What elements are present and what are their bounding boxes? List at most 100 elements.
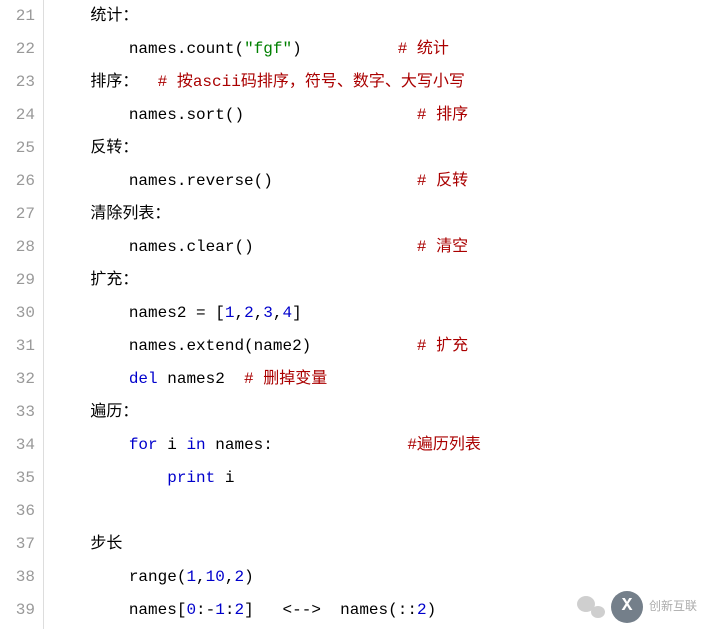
line-number: 22 [0,33,35,66]
line-number: 26 [0,165,35,198]
code-line: print i [52,462,703,495]
line-number: 36 [0,495,35,528]
token-punc: ( [234,40,244,58]
token-name: names [129,40,177,58]
token-name: names2 [129,304,187,322]
code-line: 扩充： [52,264,703,297]
line-number: 33 [0,396,35,429]
token-punc: [ [215,304,225,322]
token-name: names [129,601,177,619]
line-number: 34 [0,429,35,462]
line-number: 23 [0,66,35,99]
token-name: names [129,106,177,124]
line-number: 32 [0,363,35,396]
token-punc: = [196,304,206,322]
code-line: for i in names: #遍历列表 [52,429,703,462]
line-number: 30 [0,297,35,330]
line-number: 29 [0,264,35,297]
token-punc: <--> [283,601,321,619]
token-pad [273,172,417,190]
token-num: 2 [244,304,254,322]
token-pad [225,370,244,388]
token-num: 3 [263,304,273,322]
token-text: 清除列表： [90,205,170,223]
code-line: names.extend(name2) # 扩充 [52,330,703,363]
token-name: range [129,568,177,586]
token-punc: ( [225,106,235,124]
token-punc: ) [302,337,312,355]
token-name: names [340,601,388,619]
token-punc: ( [177,568,187,586]
token-text: 步长 [90,535,122,553]
token-num: 0 [186,601,196,619]
line-number: 39 [0,594,35,627]
token-com: # 反转 [417,172,468,190]
token-punc: : [407,601,417,619]
token-com: # 扩充 [417,337,468,355]
code-line: 清除列表： [52,198,703,231]
token-pad [254,238,417,256]
token-name: reverse [186,172,253,190]
token-num: 1 [186,568,196,586]
token-pad [138,73,157,91]
token-com: #遍历列表 [407,436,481,454]
token-punc: , [196,568,206,586]
token-name: extend [186,337,244,355]
token-pad [206,436,216,454]
token-pad [158,370,168,388]
code-line: 统计： [52,0,703,33]
code-line: 步长 [52,528,703,561]
token-punc: ) [263,172,273,190]
code-line: names.count("fgf") # 统计 [52,33,703,66]
code-line: names.sort() # 排序 [52,99,703,132]
token-pad [244,106,417,124]
token-punc: ( [254,172,264,190]
token-com: # 删掉变量 [244,370,327,388]
code-line [52,495,703,528]
token-punc: , [273,304,283,322]
token-num: 2 [417,601,427,619]
token-punc: , [254,304,264,322]
token-name: sort [186,106,224,124]
token-punc: [ [177,601,187,619]
code-line: names.reverse() # 反转 [52,165,703,198]
token-str: "fgf" [244,40,292,58]
line-number: 24 [0,99,35,132]
code-line: del names2 # 删掉变量 [52,363,703,396]
token-punc: ] [244,601,254,619]
token-name: names [129,172,177,190]
token-punc: : [398,601,408,619]
token-name: name2 [254,337,302,355]
token-pad [186,304,196,322]
token-com: # 排序 [417,106,468,124]
token-punc: . [177,40,187,58]
token-com: # 按ascii码排序，符号、数字、大写小写 [158,73,465,91]
token-name: names [215,436,263,454]
token-text: 遍历： [90,403,138,421]
token-num: 2 [234,568,244,586]
token-num: 2 [234,601,244,619]
token-kw: for [129,436,158,454]
token-pad [215,469,225,487]
token-name: names [129,238,177,256]
token-text: 反转： [90,139,138,157]
token-punc: ) [244,568,254,586]
token-pad [254,601,283,619]
line-number: 27 [0,198,35,231]
token-name: names [129,337,177,355]
token-kw: print [167,469,215,487]
line-number: 21 [0,0,35,33]
line-number: 37 [0,528,35,561]
token-punc: ) [234,106,244,124]
token-punc: : [196,601,206,619]
token-name: i [225,469,235,487]
token-text: 排序： [90,73,138,91]
code-line: names2 = [1,2,3,4] [52,297,703,330]
token-name: names2 [167,370,225,388]
token-punc: ) [427,601,437,619]
token-pad [311,337,417,355]
token-name: clear [186,238,234,256]
token-punc: . [177,172,187,190]
token-name: count [186,40,234,58]
code-line: 遍历： [52,396,703,429]
